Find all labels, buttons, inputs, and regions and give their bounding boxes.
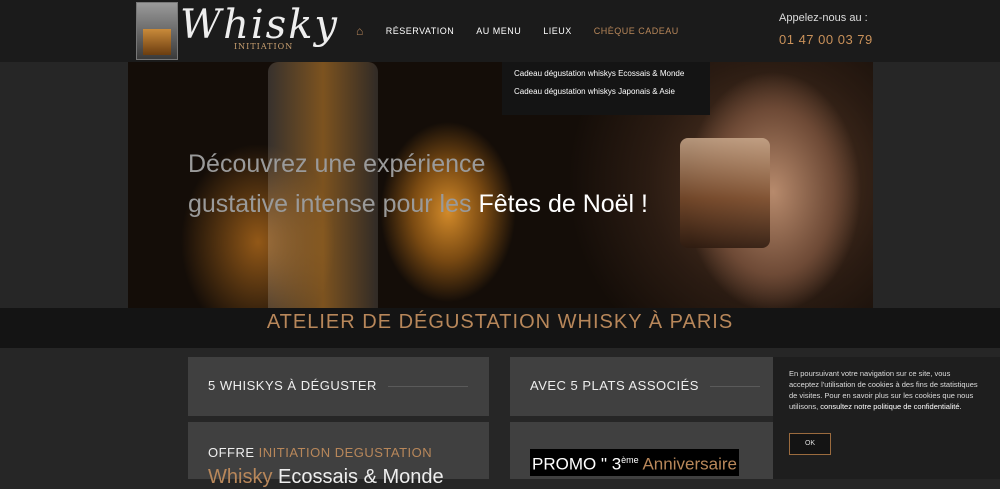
dropdown-item-japonais[interactable]: Cadeau dégustation whiskys Japonais & As… [502, 87, 710, 105]
card-plats-heading: AVEC 5 PLATS ASSOCIÉS [530, 378, 699, 393]
logo[interactable]: Whisky INITIATION [136, 2, 337, 60]
phone-label: Appelez-nous au : [779, 12, 868, 24]
card-promo: PROMO " 3ème Anniversaire [510, 422, 773, 479]
promo-sup: ème [621, 455, 639, 465]
bottle-image [268, 62, 378, 308]
card-whiskys-heading: 5 WHISKYS À DÉGUSTER [208, 378, 377, 393]
cookie-banner: En poursuivant votre navigation sur ce s… [773, 357, 1000, 479]
cheque-cadeau-dropdown: Cadeau dégustation whiskys Ecossais & Mo… [502, 62, 710, 115]
nav-cheque-cadeau[interactable]: CHÈQUE CADEAU [594, 26, 679, 36]
hero-banner: Découvrez une expérience gustative inten… [128, 62, 873, 308]
nav-lieux[interactable]: LIEUX [543, 26, 572, 36]
logo-sub: INITIATION [234, 42, 294, 51]
home-icon[interactable]: ⌂ [356, 24, 364, 38]
offre-prefix: OFFRE [208, 445, 259, 460]
card-plats: AVEC 5 PLATS ASSOCIÉS [510, 357, 773, 416]
promo-banner: PROMO " 3ème Anniversaire [530, 449, 739, 476]
title-band: ATELIER DE DÉGUSTATION WHISKY À PARIS [0, 308, 1000, 348]
subtitle-white: Ecossais & Monde [278, 466, 444, 488]
card-offre-subtitle: Whisky Ecossais & Monde [208, 466, 444, 489]
card-offre: OFFRE INITIATION DEGUSTATION Whisky Ecos… [188, 422, 489, 488]
cookie-text: En poursuivant votre navigation sur ce s… [789, 368, 979, 412]
card-offre-heading: OFFRE INITIATION DEGUSTATION [208, 445, 432, 460]
hero-line-2-plain: gustative intense pour les [188, 190, 479, 218]
whisky-glass-logo-icon [136, 2, 178, 60]
top-bar: Whisky INITIATION ⌂ RÉSERVATION AU MENU … [0, 0, 1000, 62]
cookie-ok-button[interactable]: OK [789, 433, 831, 455]
main-nav: ⌂ RÉSERVATION AU MENU LIEUX CHÈQUE CADEA… [356, 24, 679, 38]
hero-line-1: Découvrez une expérience [188, 150, 486, 178]
offre-highlight: INITIATION DEGUSTATION [258, 445, 433, 460]
nav-reservation[interactable]: RÉSERVATION [386, 26, 455, 36]
hero-line-2: gustative intense pour les Fêtes de Noël… [188, 190, 648, 219]
card-whiskys: 5 WHISKYS À DÉGUSTER [188, 357, 489, 416]
hero-line-2-highlight: Fêtes de Noël ! [478, 190, 648, 218]
privacy-policy-link[interactable]: consultez notre politique de confidentia… [820, 402, 961, 411]
subtitle-gold: Whisky [208, 466, 278, 488]
section-title: ATELIER DE DÉGUSTATION WHISKY À PARIS [266, 311, 734, 333]
dropdown-item-ecossais[interactable]: Cadeau dégustation whiskys Ecossais & Mo… [502, 69, 710, 87]
phone-number[interactable]: 01 47 00 03 79 [779, 32, 873, 47]
whisky-glass-image [680, 138, 770, 248]
nav-au-menu[interactable]: AU MENU [476, 26, 521, 36]
divider [388, 386, 468, 387]
divider [710, 386, 760, 387]
promo-anniversaire: Anniversaire [638, 454, 737, 474]
phone-block: Appelez-nous au : 01 47 00 03 79 [779, 12, 873, 47]
promo-text: PROMO " 3 [532, 454, 622, 474]
